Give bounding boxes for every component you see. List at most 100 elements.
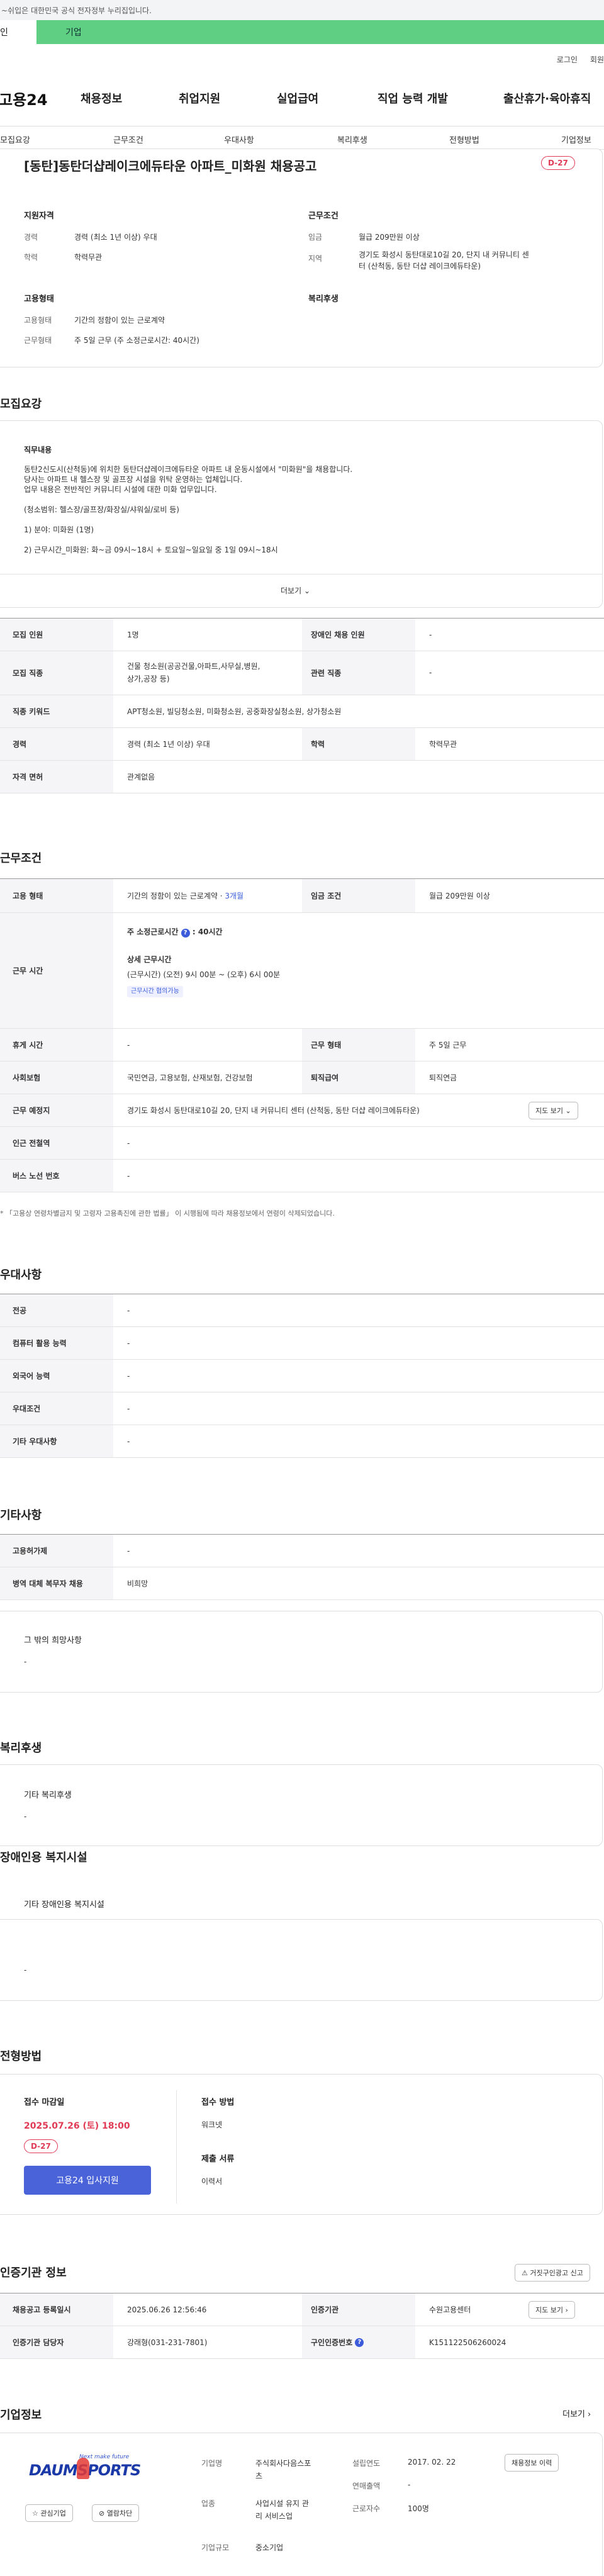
site-logo[interactable]: 고용24 [0,87,79,109]
table-row: 자격 면허 관계없음 [0,761,604,793]
table-header: 임금 조건 [302,879,415,912]
recruit-table: 모집 인원 1명 장애인 채용 인원 - 모집 직종 건물 청소원(공공건물,아… [0,618,604,793]
table-header: 기타 우대사항 [0,1425,113,1457]
area-value-line2: 터 (산척동, 동탄 더샵 레이크에듀타운) [359,262,481,271]
disabled-heading: 장애인용 복지시설 [0,1851,87,1864]
duty-line [24,515,352,525]
duty-more-button[interactable]: 더보기 ⌄ [281,585,310,596]
report-fake-ad-label: 거짓구인광고 신고 [530,2269,583,2277]
table-row: 고용허가제 - [0,1535,604,1567]
table-header: 고용허가제 [0,1535,113,1567]
duty-line: 1) 분야: 미화원 (1명) [24,525,94,534]
table-cell: - [127,1041,130,1050]
career-value: 경력 (최소 1년 이상) 우대 [74,233,157,242]
table-cell: - [127,1306,130,1315]
table-row: 모집 인원 1명 장애인 채용 인원 - [0,619,604,651]
table-cell: - [127,1547,130,1555]
company-more-label: 더보기 [562,2410,585,2419]
contract-period-link[interactable]: 3개월 [225,892,243,900]
docs-heading: 제출 서류 [201,2154,235,2164]
table-header: 인근 전철역 [0,1127,113,1159]
table-cell: 경력 (최소 1년 이상) 우대 [127,740,210,749]
hours-detail-value: (근무시간) (오전) 9시 00분 ~ (오후) 6시 00분 [127,970,281,979]
interest-company-label: 관심기업 [40,2509,66,2517]
table-header: 고용 형태 [0,879,113,912]
table-header: 장애인 채용 인원 [302,619,415,651]
gnb-menu-unemployment[interactable]: 실업급여 [277,90,318,106]
subnav-company[interactable]: 기업정보 [561,133,591,145]
gnb-menu-jobs[interactable]: 채용정보 [81,90,122,106]
table-header: 모집 직종 [0,651,113,695]
recruit-heading: 모집요강 [0,398,42,411]
employees-value: 100명 [408,2504,429,2513]
area-value-line1: 경기도 화성시 동탄대로10길 20, 단지 내 커뮤니티 센 [359,250,529,259]
subnav-pref[interactable]: 우대사항 [224,133,254,145]
tab-personal[interactable]: 인 [0,20,36,44]
subnav-recruit[interactable]: 모집요강 [0,133,30,145]
job-history-button[interactable]: 채용정보 이력 [505,2454,559,2472]
company-more-link[interactable]: 더보기 › [562,2407,591,2419]
map-button[interactable]: 지도 보기 ⌄ [528,1102,578,1119]
table-row: 채용공고 등록일시 2025.06.26 12:56:46 인증기관 수원고용센… [0,2293,604,2326]
table-cell: 1명 [127,630,139,639]
tab-corporate[interactable]: 기업 [36,20,604,44]
service-tabs: 인 기업 [0,20,604,44]
login-link[interactable]: 로그인 [557,54,578,65]
sales-label: 연매출액 [352,2482,381,2490]
gnb-menu-parental-leave[interactable]: 출산휴가·육아휴직 [503,90,591,106]
table-cell: - [127,1339,130,1348]
star-icon: ☆ [32,2509,38,2517]
cert-map-button[interactable]: 지도 보기 › [528,2301,575,2319]
info-icon[interactable]: ? [355,2338,364,2347]
block-view-label: 열람차단 [106,2509,133,2517]
table-cell: - [127,1172,130,1180]
chevron-right-icon: › [588,2410,591,2419]
company-name-value: 주식회사다음스포 [255,2459,311,2468]
table-cell: 주 5일 근무 [429,1041,467,1050]
selection-dday-badge: D-27 [24,2139,58,2153]
gnb-menu-employment-support[interactable]: 취업지원 [179,90,220,106]
subnav-selection[interactable]: 전형방법 [449,133,479,145]
employees-label: 근로자수 [352,2504,381,2513]
pref-heading: 우대사항 [0,1268,42,1282]
utility-links: 로그인 회원 [557,54,604,65]
table-row: 우대조건 - [0,1392,604,1425]
info-icon[interactable]: ? [181,929,190,938]
table-cell: 퇴직연금 [429,1073,457,1082]
interest-company-button[interactable]: ☆ 관심기업 [25,2504,73,2522]
welfare-card [0,1764,603,1846]
table-header: 우대조건 [0,1392,113,1425]
welfare-heading-summary: 복리후생 [308,294,338,304]
duty-text: 동탄2신도시(산척동)에 위치한 동탄더샵레이크에듀타운 아파트 내 운동시설에… [24,464,352,555]
subnav-welfare[interactable]: 복리후생 [337,133,367,145]
disabled-card [0,1919,603,2001]
alert-icon: ⚠ [522,2269,528,2277]
age-notice: * 「고용상 연령차별금지 및 고령자 고용촉진에 관한 법률」 이 시행됨에 … [0,1209,335,1218]
industry-value: 사업시설 유지 관 [255,2499,309,2508]
table-cell: 강래형(031-231-7801) [127,2338,208,2347]
block-view-button[interactable]: ⊘ 열람차단 [92,2504,140,2522]
table-cell: - [127,1404,130,1413]
section-subnav: 모집요강 근무조건 우대사항 복리후생 전형방법 기업정보 [0,126,604,150]
table-header: 인증기관 [302,2293,415,2326]
hours-negotiable-badge: 근무시간 협의가능 [127,986,183,997]
table-row: 휴게 시간 - 근무 형태 주 5일 근무 [0,1029,604,1061]
apply-button[interactable]: 고용24 입사지원 [24,2166,151,2195]
block-icon: ⊘ [99,2509,105,2517]
wage-label: 임금 [308,233,323,242]
report-fake-ad-button[interactable]: ⚠ 거짓구인광고 신고 [515,2264,590,2282]
table-header: 컴퓨터 활용 능력 [0,1327,113,1359]
pref-table: 전공 - 컴퓨터 활용 능력 - 외국어 능력 - 우대조건 - 기타 우대사항 - [0,1294,604,1458]
table-header: 구인인증번호 ? [302,2326,415,2358]
table-header: 근무 시간 [0,913,113,1028]
company-name-label: 기업명 [201,2459,223,2468]
gnb-menu-vocational[interactable]: 직업 능력 개발 [378,90,448,106]
gov-notice-text: ~쉬입은 대한민국 공식 전자정부 누리집입니다. [1,6,152,15]
table-header: 퇴직급여 [302,1061,415,1094]
dday-badge: D-27 [541,156,575,170]
sales-value: - [408,2480,411,2489]
join-link[interactable]: 회원 [590,54,604,65]
cond-heading: 근무조건 [308,211,338,221]
subnav-work[interactable]: 근무조건 [113,133,143,145]
cert-num-label: 구인인증번호 [311,2338,353,2347]
